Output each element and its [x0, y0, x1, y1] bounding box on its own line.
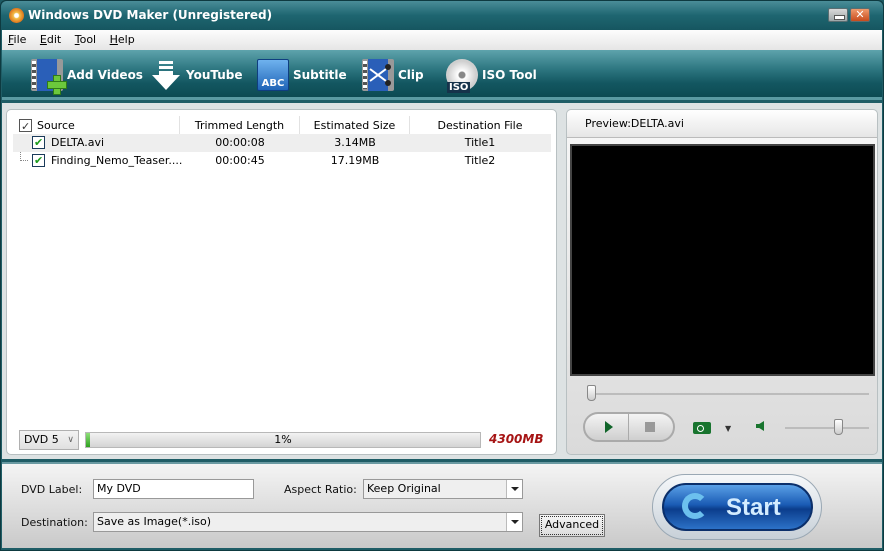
menu-tool[interactable]: Tool — [69, 30, 100, 46]
destination-value: Save as Image(*.iso) — [97, 515, 212, 528]
row-dest: Title2 — [464, 154, 496, 167]
clip-button[interactable]: Clip — [362, 58, 424, 92]
table-row[interactable]: DELTA.avi 00:00:08 3.14MB Title1 — [13, 134, 551, 152]
menu-help-label: elp — [117, 33, 135, 46]
main-area: Source Trimmed Length Estimated Size Des… — [2, 103, 882, 459]
advanced-button[interactable]: Advanced — [539, 514, 605, 537]
destination-select[interactable]: Save as Image(*.iso) — [93, 512, 523, 532]
snapshot-dropdown-icon[interactable]: ▼ — [725, 424, 731, 433]
file-list-panel: Source Trimmed Length Estimated Size Des… — [6, 109, 557, 455]
aspect-ratio-value: Keep Original — [367, 482, 441, 495]
iso-tool-label: ISO Tool — [482, 68, 537, 82]
list-header: Source Trimmed Length Estimated Size Des… — [13, 116, 551, 137]
download-arrow-icon — [150, 59, 182, 91]
dvd-type-value: DVD 5 — [24, 433, 59, 446]
options-panel: DVD Label: My DVD Aspect Ratio: Keep Ori… — [2, 462, 882, 548]
column-destination-file[interactable]: Destination File — [410, 116, 550, 136]
volume-thumb[interactable] — [834, 419, 844, 435]
column-trimmed-length[interactable]: Trimmed Length — [180, 116, 300, 136]
menu-tool-label: ool — [79, 33, 97, 46]
menu-edit[interactable]: Edit — [34, 30, 65, 46]
snapshot-camera-icon[interactable] — [693, 422, 711, 434]
column-source[interactable]: Source — [13, 116, 180, 137]
seek-slider[interactable] — [587, 385, 869, 401]
row-checkbox[interactable] — [32, 152, 45, 170]
column-source-label: Source — [37, 119, 75, 132]
preview-title: Preview:DELTA.avi — [567, 110, 877, 138]
dvd-label-input[interactable]: My DVD — [93, 479, 254, 499]
disc-usage-bar: 1% — [85, 432, 481, 448]
row-dest: Title1 — [464, 136, 496, 149]
row-length: 00:00:08 — [215, 136, 265, 149]
column-estimated-size[interactable]: Estimated Size — [300, 116, 410, 136]
dropdown-arrow-icon — [506, 480, 522, 498]
select-all-checkbox[interactable] — [19, 117, 32, 137]
seek-thumb[interactable] — [587, 385, 596, 401]
volume-slider[interactable] — [785, 419, 869, 435]
row-source-name: Finding_Nemo_Teaser.... — [51, 154, 183, 167]
subtitle-button[interactable]: ABC Subtitle — [257, 58, 347, 92]
preview-panel: Preview:DELTA.avi ▼ — [566, 109, 878, 455]
stop-button[interactable] — [630, 414, 673, 440]
title-bar[interactable]: Windows DVD Maker (Unregistered) ✕ — [1, 1, 883, 30]
disc-capacity: 4300MB — [489, 432, 544, 446]
row-size: 3.14MB — [334, 136, 376, 149]
playback-controls — [583, 412, 675, 442]
aspect-ratio-label: Aspect Ratio: — [284, 483, 357, 496]
disc-bar: DVD 5 ∨ 1% 4300MB — [19, 430, 555, 450]
add-videos-button[interactable]: Add Videos — [31, 58, 143, 95]
iso-tool-button[interactable]: ISO ISO Tool — [446, 58, 537, 93]
clip-label: Clip — [398, 68, 424, 82]
menu-file-label: ile — [13, 33, 27, 46]
dvd-label-label: DVD Label: — [21, 483, 83, 496]
row-size: 17.19MB — [330, 154, 380, 167]
youtube-button[interactable]: YouTube — [150, 58, 243, 92]
aspect-ratio-select[interactable]: Keep Original — [363, 479, 523, 499]
iso-disc-icon: ISO — [446, 59, 478, 93]
dvd-type-select[interactable]: DVD 5 ∨ — [19, 430, 79, 450]
clip-scissors-icon — [362, 59, 394, 91]
menu-help[interactable]: Help — [104, 30, 139, 46]
app-logo-icon — [9, 8, 24, 23]
destination-label: Destination: — [21, 516, 88, 529]
plus-icon — [47, 75, 67, 95]
window-title: Windows DVD Maker (Unregistered) — [28, 8, 273, 22]
dropdown-arrow-icon — [506, 513, 522, 531]
table-row[interactable]: Finding_Nemo_Teaser.... 00:00:45 17.19MB… — [13, 152, 551, 170]
row-source: Finding_Nemo_Teaser.... — [13, 152, 183, 170]
row-checkbox[interactable] — [32, 134, 45, 152]
refresh-arrow-icon — [682, 493, 708, 519]
toolbar: Add Videos YouTube ABC Subtitle Clip ISO… — [2, 50, 882, 100]
minimize-button[interactable] — [828, 8, 848, 22]
chevron-down-icon: ∨ — [67, 435, 74, 445]
disc-usage-label: 1% — [274, 433, 292, 446]
subtitle-label: Subtitle — [293, 68, 347, 82]
menu-help-accel: H — [109, 33, 118, 46]
start-label: Start — [726, 494, 781, 521]
subtitle-abc-icon: ABC — [257, 59, 289, 91]
close-button[interactable]: ✕ — [850, 8, 870, 22]
start-button[interactable]: Start — [662, 483, 813, 531]
row-source-name: DELTA.avi — [51, 136, 105, 149]
menu-file[interactable]: File — [2, 30, 30, 46]
speaker-icon[interactable] — [756, 421, 764, 431]
play-button[interactable] — [585, 414, 629, 440]
video-screen — [570, 144, 875, 376]
disc-usage-fill — [86, 433, 90, 447]
app-window: Windows DVD Maker (Unregistered) ✕ File … — [0, 0, 884, 551]
start-button-frame: Start — [652, 474, 822, 540]
row-length: 00:00:45 — [215, 154, 265, 167]
menu-bar: File Edit Tool Help — [2, 30, 882, 50]
add-video-film-icon — [31, 59, 67, 95]
menu-edit-accel: E — [39, 33, 47, 46]
menu-edit-label: dit — [46, 33, 62, 46]
youtube-label: YouTube — [186, 68, 243, 82]
add-videos-label: Add Videos — [67, 68, 143, 82]
iso-icon-text: ISO — [447, 82, 471, 93]
row-source: DELTA.avi — [13, 134, 180, 152]
